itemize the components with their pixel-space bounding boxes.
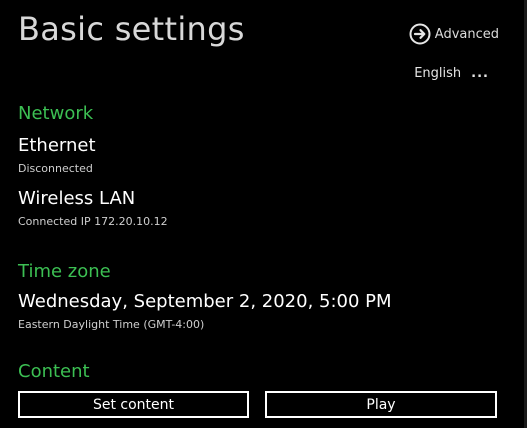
settings-page: Basic settings Advanced English ... Netw… bbox=[0, 0, 527, 428]
wireless-lan-status: Connected IP 172.20.10.12 bbox=[18, 215, 168, 228]
time-zone-heading: Time zone bbox=[18, 261, 111, 282]
more-icon: ... bbox=[471, 66, 489, 81]
arrow-right-circle-icon bbox=[409, 23, 431, 45]
language-label: English bbox=[414, 66, 462, 81]
date-time-value: Wednesday, September 2, 2020, 5:00 PM bbox=[18, 291, 392, 312]
page-title: Basic settings bbox=[18, 10, 245, 48]
content-heading: Content bbox=[18, 361, 90, 382]
wireless-lan-label: Wireless LAN bbox=[18, 188, 136, 209]
network-heading: Network bbox=[18, 103, 94, 124]
ethernet-label: Ethernet bbox=[18, 135, 96, 156]
play-button[interactable]: Play bbox=[265, 391, 497, 418]
ethernet-status: Disconnected bbox=[18, 162, 93, 175]
advanced-label: Advanced bbox=[434, 26, 499, 42]
time-zone-value: Eastern Daylight Time (GMT-4:00) bbox=[18, 318, 205, 331]
set-content-button[interactable]: Set content bbox=[18, 391, 249, 418]
advanced-link[interactable]: Advanced bbox=[409, 23, 499, 45]
language-selector[interactable]: English ... bbox=[414, 66, 489, 81]
